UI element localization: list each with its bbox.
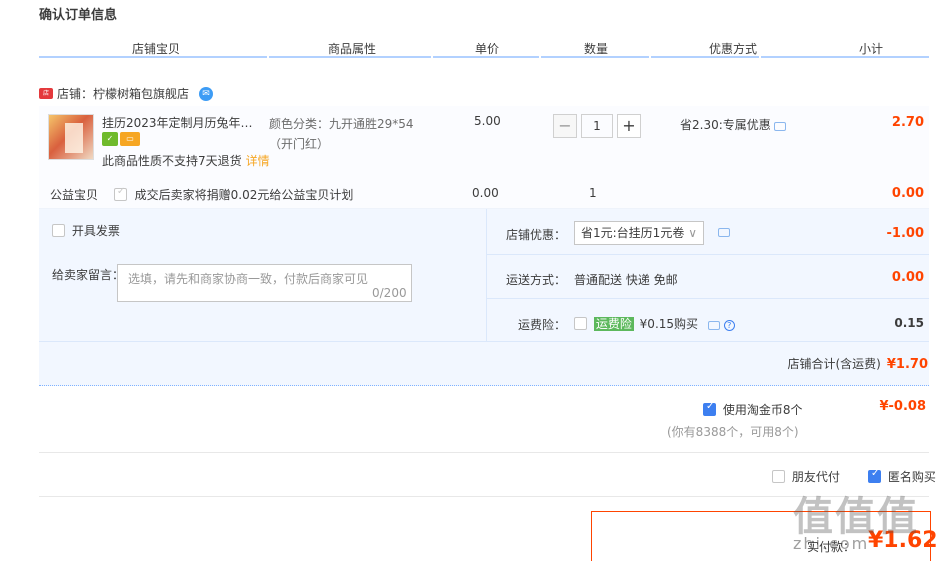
divider xyxy=(486,254,929,255)
col-attr: 商品属性 xyxy=(328,42,377,56)
col-qty: 数量 xyxy=(584,42,609,56)
message-label: 给卖家留言： xyxy=(52,268,125,282)
friend-pay-label: 朋友代付 xyxy=(791,470,840,484)
col-price: 单价 xyxy=(475,42,500,56)
shop-icon: 店 xyxy=(39,88,53,99)
watermark-site: zhi.com xyxy=(793,534,870,553)
insurance-checkbox[interactable] xyxy=(574,317,587,330)
anonymous-checkbox[interactable] xyxy=(868,468,881,483)
no-return-notice: 此商品性质不支持7天退货 详情 xyxy=(102,152,270,169)
charity-checkbox xyxy=(113,186,127,201)
invoice-checkbox[interactable] xyxy=(52,224,65,237)
col-shop-item: 店铺宝贝 xyxy=(132,42,181,56)
col-promo: 优惠方式 xyxy=(709,42,758,56)
quantity-stepper: − 1 + xyxy=(553,114,641,138)
divider xyxy=(486,298,929,299)
col-subtotal: 小计 xyxy=(859,42,884,56)
anonymous-label: 匿名购买 xyxy=(887,470,936,484)
shop-total-value: ¥1.70 xyxy=(886,357,928,372)
charity-qty: 1 xyxy=(589,186,597,200)
qty-input[interactable]: 1 xyxy=(581,114,613,138)
unit-price: 5.00 xyxy=(474,114,501,128)
shop-total-label: 店铺合计(含运费) xyxy=(787,357,881,371)
shipping-label: 运送方式： xyxy=(506,273,567,287)
qty-increase-button[interactable]: + xyxy=(617,114,641,138)
wangwang-chat-icon[interactable]: ✉ xyxy=(199,86,214,101)
divider xyxy=(39,452,929,453)
invoice-label: 开具发票 xyxy=(71,224,120,238)
help-icon[interactable]: ? xyxy=(723,320,735,331)
insurance-desc: ¥0.15购买 xyxy=(639,317,699,331)
insurance-label: 运费险： xyxy=(518,318,567,332)
invoice-option[interactable]: 开具发票 xyxy=(52,222,120,239)
detail-link[interactable]: 详情 xyxy=(246,154,270,168)
coin-value: ¥-0.08 xyxy=(879,399,926,414)
comment-icon[interactable] xyxy=(707,321,720,330)
shipping-method: 普通配送 快递 免邮 xyxy=(574,273,678,287)
product-attr: 颜色分类：九开通胜29*54（开门红） xyxy=(269,117,414,151)
promo-method: 省2.30:专属优惠 xyxy=(680,116,786,133)
guarantee-badge-icon: ✓ xyxy=(102,132,118,146)
shop-coupon-value: 省1元:台挂历1元卷 xyxy=(581,226,685,240)
insurance-tag: 运费险 xyxy=(593,317,634,331)
comment-icon[interactable] xyxy=(773,122,786,131)
coin-option[interactable]: 使用淘金币8个 xyxy=(703,401,802,418)
shipping-price: 0.00 xyxy=(891,270,924,285)
charity-row: 公益宝贝 成交后卖家将捐赠0.02元给公益宝贝计划 xyxy=(50,186,353,203)
friend-pay-checkbox[interactable] xyxy=(772,470,785,483)
charity-label: 公益宝贝 xyxy=(50,188,99,202)
charity-desc: 成交后卖家将捐赠0.02元给公益宝贝计划 xyxy=(134,188,354,202)
service-badges: ✓ ▭ xyxy=(102,132,140,146)
anonymous-option[interactable]: 匿名购买 xyxy=(868,468,936,485)
charity-subtotal: 0.00 xyxy=(891,186,924,201)
credit-card-badge-icon: ▭ xyxy=(120,132,140,146)
product-name[interactable]: 挂历2023年定制月历兔年六开... xyxy=(102,114,262,131)
qty-decrease-button[interactable]: − xyxy=(553,114,577,138)
coin-label: 使用淘金币8个 xyxy=(722,403,803,417)
promo-text: 省2.30:专属优惠 xyxy=(680,118,771,132)
shop-coupon-amount: -1.00 xyxy=(886,226,924,241)
coin-hint: (你有8388个，可用8个) xyxy=(667,425,799,439)
no-return-text: 此商品性质不支持7天退货 xyxy=(102,154,242,168)
coin-checkbox[interactable] xyxy=(703,401,716,416)
shop-coupon-select[interactable]: 省1元:台挂历1元卷 ∨ xyxy=(574,221,704,245)
insurance-option[interactable]: 运费险 ¥0.15购买 ? xyxy=(574,315,735,332)
shop-coupon-label: 店铺优惠： xyxy=(506,228,567,242)
shop-row: 店 店铺：柠檬树箱包旗舰店 ✉ xyxy=(39,85,214,102)
charity-price: 0.00 xyxy=(472,186,499,200)
friend-pay-option[interactable]: 朋友代付 xyxy=(772,468,840,485)
insurance-price: 0.15 xyxy=(894,316,924,330)
divider xyxy=(39,341,929,342)
seller-message-input[interactable]: 选填，请先和商家协商一致，付款后商家可见 xyxy=(117,264,412,302)
item-subtotal: 2.70 xyxy=(891,115,924,130)
product-thumbnail[interactable] xyxy=(48,114,94,160)
comment-icon[interactable] xyxy=(718,228,730,237)
page-title: 确认订单信息 xyxy=(39,8,118,23)
shop-name[interactable]: 店铺：柠檬树箱包旗舰店 xyxy=(57,85,189,102)
shop-total: 店铺合计(含运费) ¥1.70 xyxy=(788,355,929,372)
column-header: 店铺宝贝 商品属性 单价 数量 优惠方式 小计 xyxy=(39,40,929,58)
chevron-down-icon: ∨ xyxy=(688,226,697,240)
message-char-count: 0/200 xyxy=(372,286,407,300)
